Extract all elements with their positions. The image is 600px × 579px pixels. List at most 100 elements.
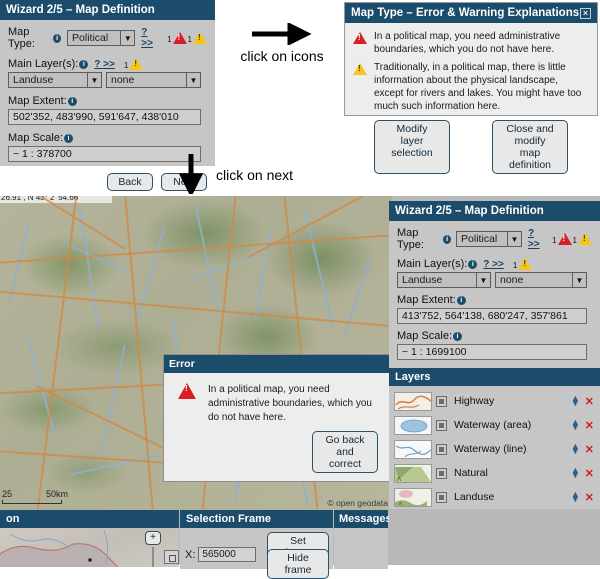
info-icon[interactable]: i [68,97,77,106]
layer-reorder-control[interactable]: ▲ ▼ [571,420,580,430]
chevron-down-icon[interactable]: ▼ [87,73,101,87]
map-type-select[interactable]: Political ▼ [67,30,135,46]
warning-triangle-icon[interactable] [129,58,143,70]
main-layers-help-link[interactable]: ? >> [483,259,504,270]
wizard-top-body: Map Type: i Political ▼ ? >> 1 1 Main La… [0,20,215,166]
close-icon[interactable]: × [580,8,591,19]
back-button[interactable]: Back [107,173,153,191]
bottom-right-filler [389,510,600,565]
close-and-modify-button[interactable]: Close and modify map definition [492,120,568,174]
main-layers-help-link[interactable]: ? >> [94,59,115,70]
main-layers-label: Main Layer(s): [8,58,78,70]
map-type-status-icons[interactable]: 1 1 [167,32,207,44]
map-copyright: © open geodata [327,498,388,508]
map-extent-input[interactable]: 413'752, 564'138, 680'247, 357'861 [397,308,587,324]
layer-name: Highway [454,395,571,407]
warning-count: 1 [188,35,192,44]
error-dialog-message: In a political map, you need administrat… [208,383,380,425]
layer-reorder-control[interactable]: ▲ ▼ [571,396,580,406]
map-scale-input[interactable]: ~ 1 : 378700 [8,146,201,162]
go-back-and-correct-button[interactable]: Go back and correct [312,431,378,473]
wizard-top-title: Wizard 2/5 – Map Definition [6,3,155,17]
selection-frame-titlebar: Selection Frame [180,510,333,528]
layer-2-select[interactable]: none ▼ [495,272,587,288]
info-icon[interactable]: i [457,296,466,305]
layer-reorder-control[interactable]: ▲ ▼ [571,468,580,478]
info-icon[interactable]: i [468,260,477,269]
remove-layer-icon[interactable]: ✕ [585,491,594,504]
remove-layer-icon[interactable]: ✕ [585,443,594,456]
scale-bar-graphic [2,500,62,504]
map-scale-input[interactable]: ~ 1 : 1699100 [397,344,587,360]
move-down-icon[interactable]: ▼ [571,497,580,502]
remove-layer-icon[interactable]: ✕ [585,395,594,408]
map-type-help-link[interactable]: ? >> [528,228,546,250]
pan-control-icon[interactable] [164,550,179,564]
map-type-row: Map Type: i Political ▼ ? >> 1 1 [8,26,207,50]
map-type-status-icons[interactable]: 1 1 [552,233,592,245]
map-type-help-link[interactable]: ? >> [141,27,159,49]
chevron-down-icon[interactable]: ▼ [572,273,586,287]
map-type-value: Political [72,32,108,44]
warning-triangle-icon[interactable] [193,32,207,44]
overview-map-canvas[interactable]: + [0,528,179,567]
layer-reorder-control[interactable]: ▲ ▼ [571,492,580,502]
layer-1-select[interactable]: Landuse ▼ [397,272,491,288]
remove-layer-icon[interactable]: ✕ [585,419,594,432]
chevron-down-icon[interactable]: ▼ [186,73,200,87]
chevron-down-icon[interactable]: ▼ [476,273,490,287]
explanation-error-text: In a political map, you need administrat… [374,30,589,56]
info-icon[interactable]: i [64,134,73,143]
layer-row-landuse[interactable]: Landuse ▲ ▼ ✕ [389,485,600,509]
layer-row-highway[interactable]: Highway ▲ ▼ ✕ [389,389,600,413]
warning-triangle-icon[interactable] [518,258,532,270]
layer-reorder-control[interactable]: ▲ ▼ [571,444,580,454]
layer-row-waterway-area[interactable]: Waterway (area) ▲ ▼ ✕ [389,413,600,437]
explanations-titlebar: Map Type – Error & Warning Explanations … [345,3,597,23]
move-down-icon[interactable]: ▼ [571,401,580,406]
annotation-click-next: click on next [178,152,398,197]
layer-visible-checkbox[interactable] [436,468,447,479]
error-triangle-icon[interactable] [558,233,572,245]
map-extent-input[interactable]: 502'352, 483'990, 591'647, 438'010 [8,109,201,125]
warning-triangle-icon[interactable] [578,233,592,245]
map-scale-bar: 25 50km [2,489,68,504]
remove-layer-icon[interactable]: ✕ [585,467,594,480]
x-input[interactable]: 565000 [198,547,256,562]
layer-1-select[interactable]: Landuse ▼ [8,72,102,88]
layers-list: Highway ▲ ▼ ✕ Waterway (area) ▲ ▼ [389,386,600,509]
hide-frame-button[interactable]: Hide frame [267,549,329,579]
error-triangle-icon [353,32,367,44]
layer-2-select[interactable]: none ▼ [106,72,201,88]
annotation-click-next-label: click on next [216,167,293,183]
main-layers-warning-count: 1 [513,261,517,270]
map-type-label: Map Type: [397,227,442,251]
layer-row-natural[interactable]: Natural ▲ ▼ ✕ [389,461,600,485]
chevron-down-icon[interactable]: ▼ [507,232,521,246]
info-icon[interactable]: i [443,235,451,244]
main-layers-status-icons[interactable]: 1 [124,58,143,70]
zoom-slider[interactable] [152,547,154,567]
messages-panel: Messages [334,510,388,565]
main-layers-status-icons[interactable]: 1 [513,258,532,270]
info-icon[interactable]: i [453,332,462,341]
move-down-icon[interactable]: ▼ [571,449,580,454]
layer-name: Natural [454,467,571,479]
move-down-icon[interactable]: ▼ [571,473,580,478]
arrow-down-icon [178,152,204,197]
move-down-icon[interactable]: ▼ [571,425,580,430]
layer-visible-checkbox[interactable] [436,444,447,455]
info-icon[interactable]: i [53,34,61,43]
highway-thumb-icon [394,392,432,411]
chevron-down-icon[interactable]: ▼ [120,31,134,45]
error-triangle-icon [178,383,196,399]
layer-visible-checkbox[interactable] [436,420,447,431]
layer-row-waterway-line[interactable]: Waterway (line) ▲ ▼ ✕ [389,437,600,461]
map-type-select[interactable]: Political ▼ [456,231,522,247]
zoom-in-button[interactable]: + [145,531,161,545]
layer-visible-checkbox[interactable] [436,492,447,503]
info-icon[interactable]: i [79,60,88,69]
layer-1-value: Landuse [402,274,442,286]
layer-visible-checkbox[interactable] [436,396,447,407]
error-triangle-icon[interactable] [173,32,187,44]
